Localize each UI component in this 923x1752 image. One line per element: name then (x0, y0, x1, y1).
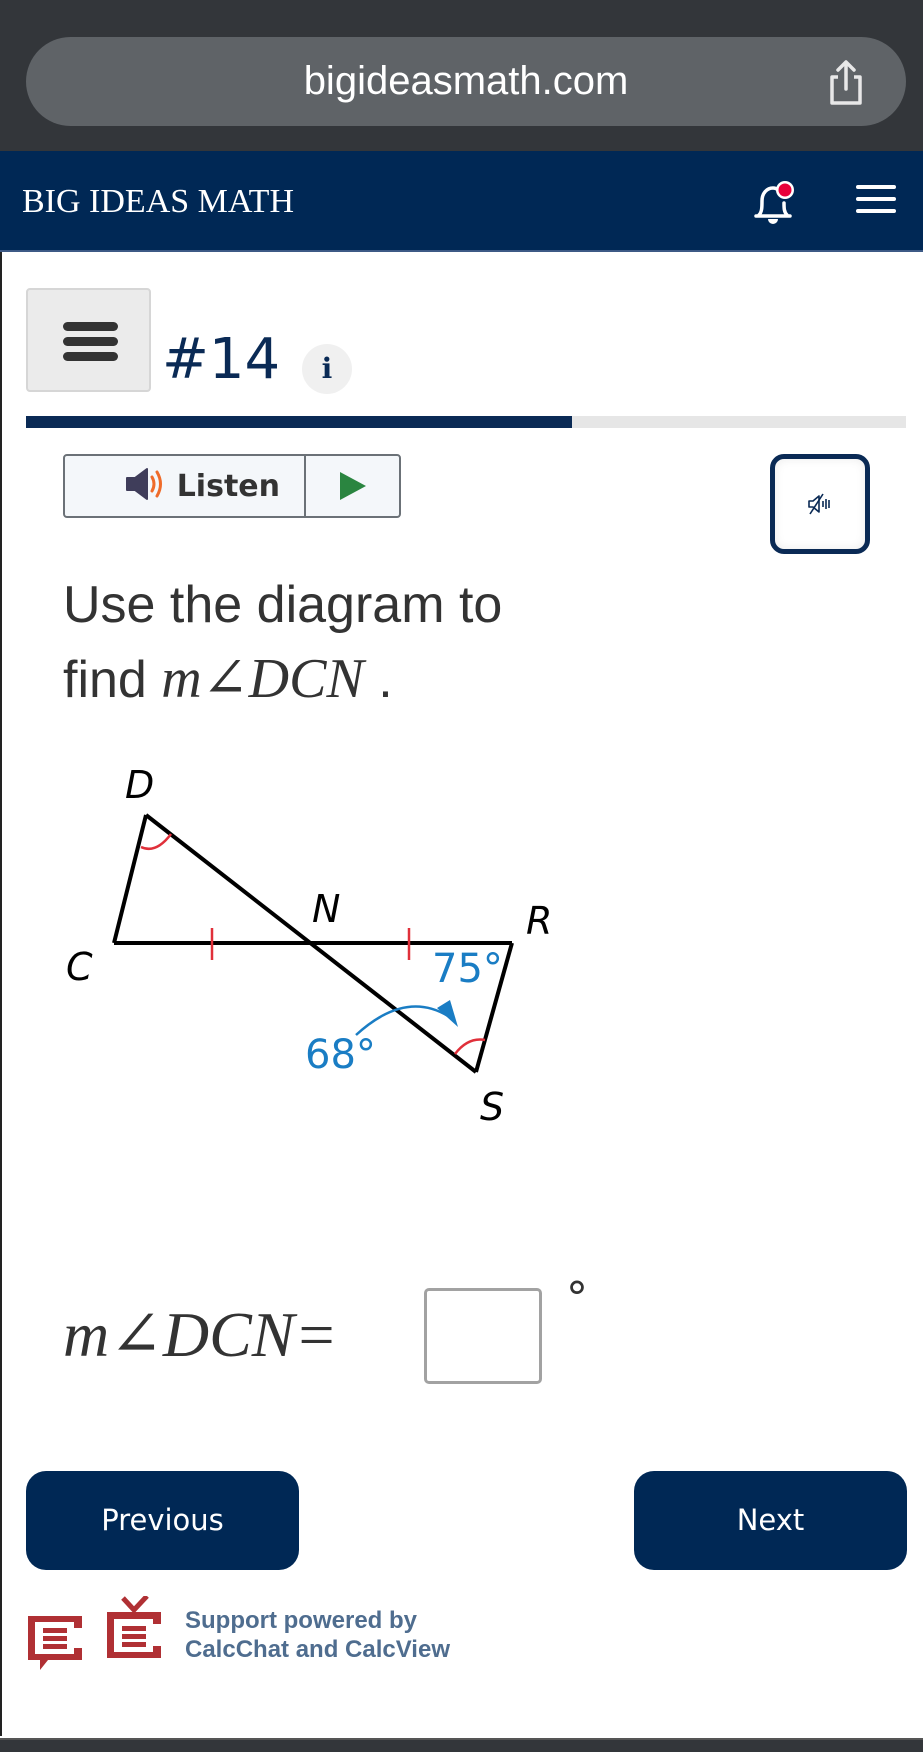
page-border (0, 252, 2, 1736)
bell-icon[interactable] (748, 179, 798, 229)
next-button[interactable]: Next (634, 1471, 907, 1570)
angle-arc-d (140, 833, 172, 851)
url-text[interactable]: bigideasmath.com (26, 37, 906, 126)
listen-widget: Listen (63, 454, 401, 518)
info-button[interactable]: i (302, 344, 352, 394)
geometry-diagram: D C N R S 75° 68° (66, 763, 552, 1129)
mute-button[interactable] (770, 454, 870, 554)
calcview-icon[interactable] (105, 1594, 163, 1667)
app-header: BIG IDEAS MATH (0, 151, 923, 252)
calcchat-icon[interactable] (26, 1614, 84, 1675)
question-line-2: find m∠DCN . (63, 642, 863, 717)
notification-dot (778, 183, 792, 197)
question-prefix: find (63, 651, 162, 709)
menu-bar (856, 197, 896, 201)
progress-bar (26, 416, 906, 428)
progress-fill (26, 416, 572, 428)
brand-logo[interactable]: BIG IDEAS MATH (22, 151, 294, 252)
answer-expression: m∠DCN= (63, 1285, 335, 1385)
play-button[interactable] (306, 456, 399, 516)
share-icon[interactable] (824, 59, 868, 107)
point-label-c: C (66, 945, 93, 989)
support-text: Support powered by CalcChat and CalcView (185, 1606, 585, 1664)
browser-toolbar: bigideasmath.com (0, 0, 923, 151)
menu-bar (63, 337, 118, 346)
question-math: m∠DCN (161, 648, 364, 710)
support-line-1: Support powered by (185, 1607, 418, 1634)
menu-bar (63, 352, 118, 361)
arrow-head (437, 1000, 458, 1027)
menu-bar (856, 209, 896, 213)
equals-sign: = (298, 1299, 335, 1370)
question-line-1: Use the diagram to (63, 576, 503, 634)
angle-arrow (355, 1005, 449, 1036)
point-label-n: N (312, 887, 340, 931)
point-label-r: R (526, 899, 552, 943)
menu-bar (856, 185, 896, 189)
question-list-button[interactable] (26, 288, 151, 392)
answer-lhs: m∠DCN (63, 1299, 295, 1370)
play-icon (339, 472, 366, 500)
answer-input[interactable] (424, 1288, 542, 1384)
question-number: #14 (162, 327, 281, 392)
question-text: Use the diagram to find m∠DCN . (63, 568, 863, 717)
point-label-d: D (125, 763, 154, 807)
point-label-s: S (480, 1085, 504, 1129)
menu-bar (63, 322, 118, 331)
speaker-icon (123, 464, 167, 509)
main-menu-button[interactable] (856, 185, 896, 219)
mute-icon (808, 493, 830, 515)
angle-label-68: 68° (305, 1032, 376, 1078)
home-indicator-bar (0, 1738, 923, 1752)
support-line-2[interactable]: CalcChat and CalcView (185, 1635, 585, 1664)
previous-button[interactable]: Previous (26, 1471, 299, 1570)
angle-label-75: 75° (432, 946, 503, 992)
listen-button[interactable]: Listen (65, 456, 306, 516)
address-bar[interactable]: bigideasmath.com (26, 37, 906, 126)
degree-symbol: ° (566, 1273, 588, 1324)
segment-dc (112, 814, 148, 944)
question-suffix: . (363, 651, 393, 709)
listen-label: Listen (176, 468, 280, 504)
